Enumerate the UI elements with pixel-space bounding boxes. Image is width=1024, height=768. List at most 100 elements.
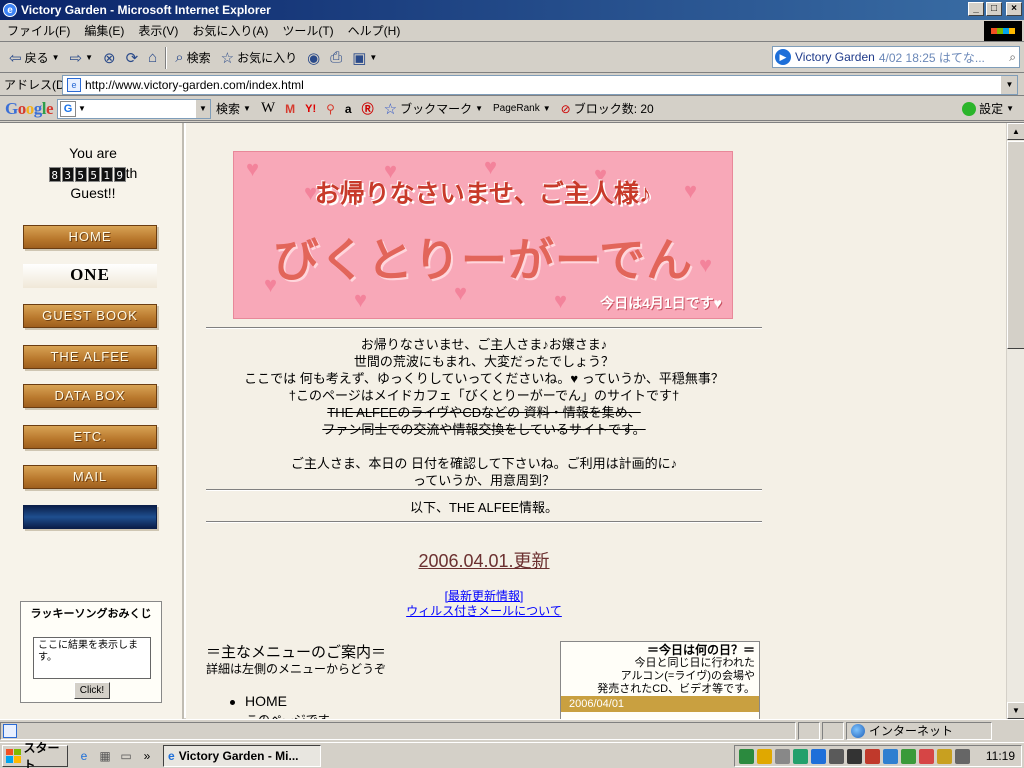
chevron-down-icon: ▼ [85, 53, 94, 62]
chevron-down-icon[interactable]: ▼ [1001, 76, 1017, 94]
main-frame: ♥ ♥ ♥ ♥ ♥ ♥ ♥ ♥ ♥ ♥ ♥ お帰りなさいませ、ご主人様♪ びくと… [186, 123, 1006, 719]
media-button[interactable]: ◉ [302, 45, 325, 71]
print-button[interactable]: ⎙ [325, 45, 347, 71]
heart-icon: ♥ [554, 288, 568, 313]
nav-data-box[interactable]: DATA BOX [23, 384, 157, 408]
visitor-counter: You are 8 3 5 5 1 9 th Guest!! [18, 143, 168, 203]
home-button[interactable]: ⌂ [143, 45, 162, 71]
menu-edit[interactable]: 編集(E) [77, 22, 131, 39]
tray-icon[interactable] [811, 748, 826, 764]
nav-guest-book[interactable]: GUEST BOOK [23, 304, 157, 328]
maps-pin-icon[interactable]: ⚲ [321, 102, 340, 116]
divider [206, 521, 762, 523]
address-input[interactable]: e http://www.victory-garden.com/index.ht… [62, 75, 1018, 95]
scroll-thumb[interactable] [1007, 141, 1024, 349]
virus-mail-link[interactable]: ウィルス付きメールについて [406, 604, 562, 618]
wikipedia-icon[interactable]: W [256, 100, 280, 117]
omikuji-click-button[interactable]: Click! [74, 682, 110, 699]
nav-mail[interactable]: MAIL [23, 465, 157, 489]
today-title: ＝今日は何の日？＝ [646, 643, 755, 657]
menu-tools[interactable]: ツール(T) [275, 22, 340, 39]
today-line: アルコン(=ライヴ)の会場や [620, 670, 755, 682]
scroll-up-icon[interactable]: ▲ [1007, 123, 1024, 140]
tray-icon[interactable] [883, 748, 898, 764]
digit: 3 [61, 166, 74, 182]
clock[interactable]: 11:19 [986, 749, 1015, 763]
today-in-history-box: ＝今日は何の日？＝ 今日と同じ日に行われた アルコン(=ライヴ)の会場や 発売さ… [560, 641, 760, 719]
maximize-button[interactable]: □ [986, 2, 1002, 16]
google-search-button[interactable]: 検索 ▼ [211, 100, 256, 117]
tray-icon[interactable] [757, 748, 772, 764]
desktop-quicklaunch-icon[interactable]: ▭ [118, 748, 134, 764]
heart-icon: ♥ [354, 287, 368, 312]
vertical-scrollbar[interactable]: ▲ ▼ [1006, 123, 1024, 719]
volume-icon[interactable] [775, 748, 790, 764]
refresh-icon: ⟳ [125, 49, 139, 67]
google-search-input[interactable]: G ▼ ▼ [57, 98, 212, 119]
tray-icon[interactable] [937, 748, 952, 764]
tray-icon[interactable] [739, 748, 754, 764]
menu-file[interactable]: ファイル(F) [0, 22, 77, 39]
start-button[interactable]: スタート [2, 741, 68, 768]
ie-quicklaunch-icon[interactable]: e [76, 748, 92, 764]
omikuji-result-field[interactable]: ここに結果を表示します。 [33, 637, 151, 679]
settings-label: 設定 [979, 102, 1004, 116]
news-feed-box[interactable]: ▶ Victory Garden 4/02 18:25 はてな... ⌕ [772, 46, 1020, 68]
gmail-icon[interactable]: M [280, 102, 300, 116]
tray-icon[interactable] [829, 748, 844, 764]
hero-date: 今日は4月1日です♥ [600, 295, 722, 311]
status-zone: インターネット [846, 721, 992, 740]
close-button[interactable]: × [1006, 2, 1022, 16]
latest-updates-link[interactable]: [最新更新情報] [445, 589, 524, 603]
tray-icon[interactable] [901, 748, 916, 764]
forward-button[interactable]: ⇨ ▼ [65, 45, 99, 71]
menu-view[interactable]: 表示(V) [131, 22, 185, 39]
intro-line: †このページはメイドカフェ「びくとりーがーでん」のサイトです† [288, 388, 680, 403]
tray-icon[interactable] [919, 748, 934, 764]
ie-icon: e [3, 3, 17, 17]
today-line: 今日と同じ日に行われた [634, 657, 755, 669]
back-button[interactable]: ⇦ 戻る ▼ [4, 45, 65, 71]
globe-icon [851, 723, 865, 738]
nav-the-alfee[interactable]: THE ALFEE [23, 345, 157, 369]
minimize-button[interactable]: _ [968, 2, 984, 16]
tray-icon[interactable] [955, 748, 970, 764]
edit-icon: ▣ [352, 49, 367, 67]
menu-favorites[interactable]: お気に入り(A) [185, 22, 275, 39]
intro-line: ここでは 何も考えず、ゆっくりしていってくださいね。♥ っていうか、平穏無事？ [244, 371, 724, 386]
nav-etc[interactable]: ETC. [23, 425, 157, 449]
search-label: 検索 [186, 51, 211, 65]
nav-one[interactable]: ONE [23, 264, 157, 288]
taskbar-window-button[interactable]: e Victory Garden - Mi... [163, 744, 321, 767]
intro-date-line: っていうか、用意周到？ [412, 473, 556, 488]
magnifier-icon[interactable]: ⌕ [1009, 50, 1016, 65]
nav-home[interactable]: HOME [23, 225, 157, 249]
search-button[interactable]: ⌕ 検索 [170, 45, 215, 71]
stop-icon: ⊗ [103, 49, 116, 67]
nav-banner[interactable] [23, 505, 157, 529]
settings-button[interactable]: 設定 ▼ [962, 100, 1014, 117]
status-cell [822, 721, 844, 740]
edit-button[interactable]: ▣ ▼ [347, 45, 382, 71]
pagerank-indicator[interactable]: PageRank ▼ [488, 103, 556, 114]
popup-blocker[interactable]: ⊘ ブロック数: 20 [556, 100, 659, 117]
scroll-down-icon[interactable]: ▼ [1007, 702, 1024, 719]
back-label: 戻る [24, 51, 49, 65]
refresh-button[interactable]: ⟳ [121, 45, 144, 71]
app-quicklaunch-icon[interactable]: ▦ [97, 748, 113, 764]
stop-button[interactable]: ⊗ [98, 45, 121, 71]
chevron-down-icon[interactable]: ▼ [196, 99, 211, 118]
favorites-button[interactable]: ☆ お気に入り [216, 45, 302, 71]
intro-text: お帰りなさいませ、ご主人さま♪お嬢さま♪ 世間の荒波にもまれ、大変だったでしょう… [206, 336, 762, 489]
rakuten-icon[interactable]: Ⓡ [357, 100, 379, 117]
yahoo-icon[interactable]: Y! [300, 103, 321, 115]
amazon-icon[interactable]: a [340, 102, 357, 116]
chevron-right-icon[interactable]: » [139, 748, 155, 764]
tray-icon[interactable] [847, 748, 862, 764]
menu-help[interactable]: ヘルプ(H) [341, 22, 408, 39]
tray-icon[interactable] [793, 748, 808, 764]
tray-icon[interactable] [865, 748, 880, 764]
status-main [0, 721, 796, 740]
bookmarks-button[interactable]: ☆ ブックマーク ▼ [379, 100, 488, 118]
browser-window: e Victory Garden - Microsoft Internet Ex… [0, 0, 1024, 768]
